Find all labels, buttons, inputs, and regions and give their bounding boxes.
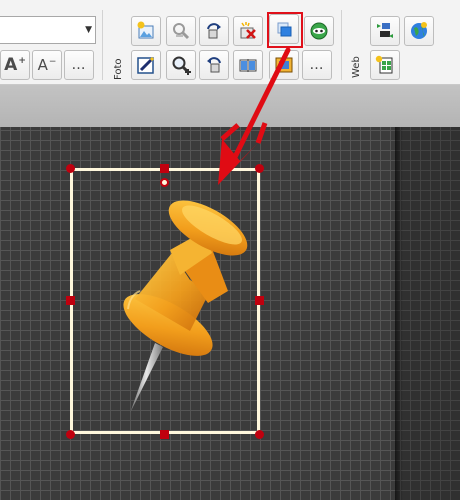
decrease-font-size-label: A: [37, 56, 48, 74]
rotate-right-icon: [207, 23, 221, 39]
resize-handle-top[interactable]: [160, 164, 169, 173]
remove-effects-icon: [240, 22, 256, 39]
zoom-icon: [172, 56, 191, 75]
highlight-box: [267, 12, 303, 48]
smiley-icon: [310, 22, 328, 40]
picture-effect-icon: [173, 23, 190, 40]
chevron-down-icon[interactable]: ▼: [85, 25, 92, 35]
remove-effects-button[interactable]: [233, 16, 263, 46]
edit-picture-button[interactable]: [131, 50, 161, 80]
annotation-arrow: [218, 47, 291, 185]
increase-font-size-sup: +: [18, 56, 26, 67]
decrease-font-size-button[interactable]: A−: [32, 50, 62, 80]
text-more-button[interactable]: …: [64, 50, 94, 80]
resize-handle-bottom-right[interactable]: [255, 430, 264, 439]
resize-handle-bottom[interactable]: [160, 430, 169, 439]
increase-font-size-label: A: [4, 55, 18, 75]
zoom-picture-button[interactable]: [166, 50, 196, 80]
picture-effect-button[interactable]: [166, 16, 196, 46]
insert-picture-button[interactable]: [131, 16, 161, 46]
resize-handle-left[interactable]: [66, 296, 75, 305]
web-layout-icon: [375, 55, 393, 74]
group-label-web: Web: [351, 56, 362, 78]
publish-web-button[interactable]: [404, 16, 434, 46]
insert-emoji-button[interactable]: [304, 16, 334, 46]
resize-handle-top-left[interactable]: [66, 164, 75, 173]
insert-picture-icon: [137, 21, 154, 39]
rotate-handle[interactable]: [160, 178, 169, 187]
font-name-dropdown[interactable]: ▼: [0, 16, 96, 44]
separator: [341, 10, 342, 80]
group-label-foto: Foto: [113, 58, 124, 80]
picture-more-button[interactable]: …: [302, 50, 332, 80]
web-connect-button[interactable]: [370, 16, 400, 46]
decrease-font-size-sup: −: [48, 57, 57, 67]
globe-icon: [411, 22, 427, 39]
web-layout-button[interactable]: [370, 50, 400, 80]
more-icon: …: [309, 57, 325, 73]
edit-picture-icon: [137, 56, 155, 74]
rotate-right-button[interactable]: [199, 16, 229, 46]
increase-font-size-button[interactable]: A+: [0, 50, 30, 80]
pushpin-image: [123, 200, 248, 413]
web-connect-icon: [377, 23, 393, 38]
separator: [102, 10, 103, 80]
canvas-right-shadow: [395, 127, 460, 500]
more-icon: …: [71, 57, 87, 73]
resize-handle-bottom-left[interactable]: [66, 430, 75, 439]
